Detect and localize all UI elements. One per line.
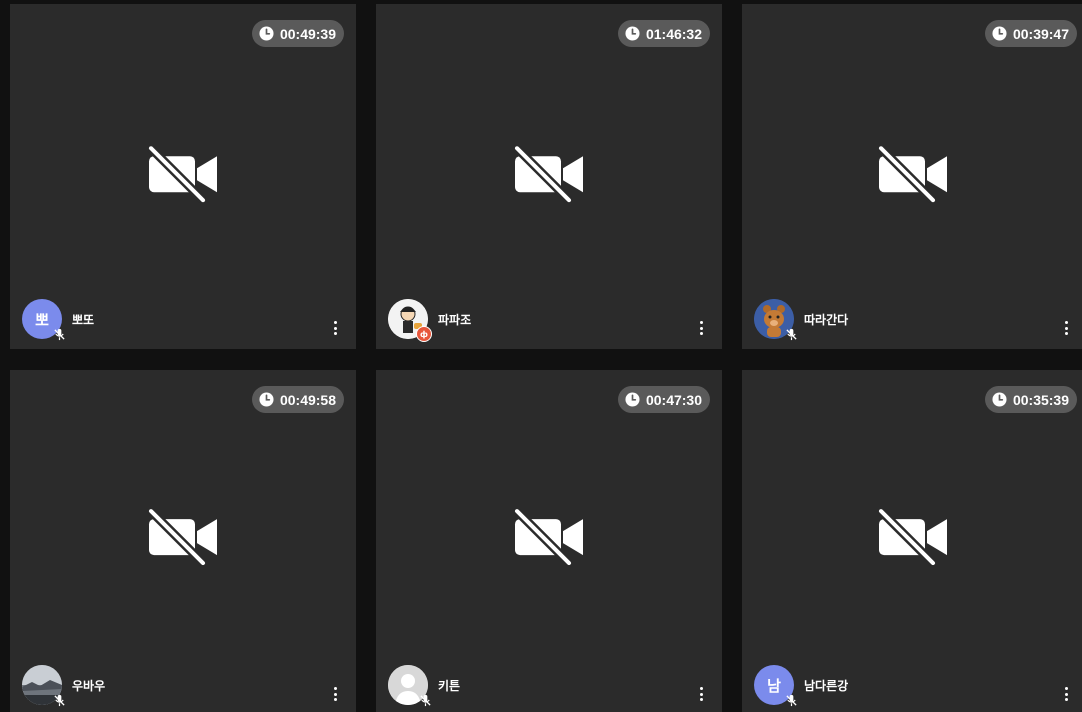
clock-icon — [992, 26, 1007, 41]
participant-name: 키튼 — [438, 678, 461, 693]
video-off-icon — [877, 145, 947, 202]
avatar — [22, 665, 65, 707]
avatar: 남 — [754, 665, 797, 707]
participant-name: 따라간다 — [804, 312, 849, 327]
participant-tile[interactable]: 00:35:39 남 남다른강 — [742, 370, 1082, 712]
clock-icon — [259, 26, 274, 41]
call-timer: 00:39:47 — [984, 20, 1077, 47]
mic-off-icon — [420, 694, 431, 707]
clock-icon — [625, 26, 640, 41]
clock-icon — [259, 392, 274, 407]
participant-info: 따라간다 — [754, 299, 849, 341]
timer-text: 00:39:47 — [1012, 25, 1069, 42]
participant-info: 남 남다른강 — [754, 665, 849, 707]
video-off-icon — [513, 145, 583, 202]
timer-text: 00:47:30 — [645, 391, 702, 408]
video-off-icon — [877, 509, 947, 566]
participant-info: 키튼 — [388, 665, 461, 707]
timer-text: 00:35:39 — [1012, 391, 1069, 408]
participant-name: 남다른강 — [804, 678, 849, 693]
more-vertical-icon[interactable] — [332, 687, 338, 701]
participant-info: 우바우 — [22, 665, 106, 707]
avatar — [388, 665, 431, 707]
mic-off-icon — [786, 694, 797, 707]
more-vertical-icon[interactable] — [698, 321, 704, 335]
more-vertical-icon[interactable] — [1063, 687, 1069, 701]
participant-tile[interactable]: 00:39:47 따라간다 — [742, 4, 1082, 349]
video-off-icon — [147, 509, 217, 566]
mic-off-icon — [786, 328, 797, 341]
clock-icon — [625, 392, 640, 407]
call-timer: 00:47:30 — [617, 386, 710, 413]
timer-text: 01:46:32 — [645, 25, 702, 42]
participant-name: 우바우 — [72, 678, 106, 693]
participant-info: 뽀 뽀또 — [22, 299, 95, 341]
participant-info: ф 파파조 — [388, 299, 472, 342]
participant-tile[interactable]: 00:47:30 키튼 — [376, 370, 722, 712]
participant-tile[interactable]: 00:49:58 우바우 — [10, 370, 356, 712]
video-off-icon — [147, 145, 217, 202]
avatar — [754, 299, 797, 341]
participant-tile[interactable]: 00:49:39 뽀 뽀또 — [10, 4, 356, 349]
mic-off-icon — [54, 328, 65, 341]
more-vertical-icon[interactable] — [1063, 321, 1069, 335]
participant-tile[interactable]: 01:46:32 ф 파파조 — [376, 4, 722, 349]
avatar: 뽀 — [22, 299, 65, 341]
video-grid: 00:49:39 뽀 뽀또 01:46:32 ф 파파조 00:39:47 따라… — [0, 0, 1082, 712]
call-timer: 01:46:32 — [617, 20, 710, 47]
participant-name: 파파조 — [438, 312, 472, 327]
more-vertical-icon[interactable] — [698, 687, 704, 701]
host-badge: ф — [416, 326, 432, 342]
call-timer: 00:49:39 — [251, 20, 344, 47]
call-timer: 00:49:58 — [251, 386, 344, 413]
clock-icon — [992, 392, 1007, 407]
timer-text: 00:49:39 — [279, 25, 336, 42]
mic-off-icon — [54, 694, 65, 707]
avatar: ф — [388, 299, 432, 342]
video-off-icon — [513, 509, 583, 566]
participant-name: 뽀또 — [72, 312, 95, 327]
call-timer: 00:35:39 — [984, 386, 1077, 413]
timer-text: 00:49:58 — [279, 391, 336, 408]
more-vertical-icon[interactable] — [332, 321, 338, 335]
